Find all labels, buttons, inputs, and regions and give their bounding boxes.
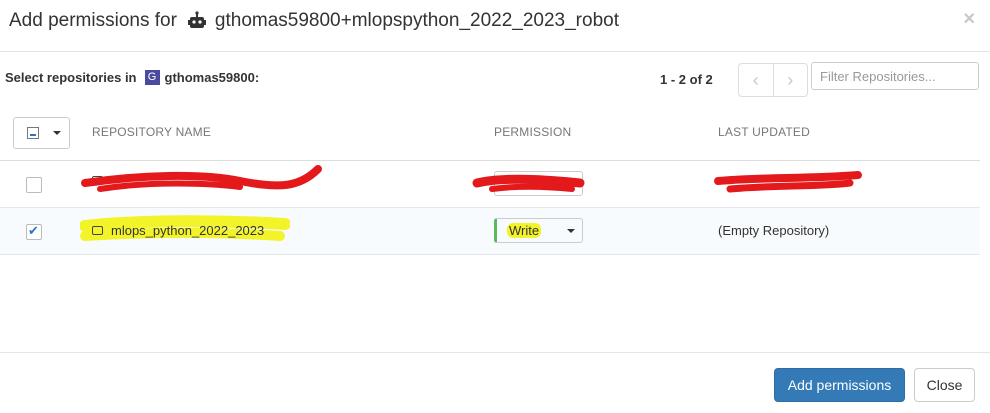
- pagination-count: 1 - 2 of 2: [660, 72, 713, 87]
- permission-value: Write: [507, 223, 542, 238]
- select-repositories-label: Select repositories in G gthomas59800:: [5, 70, 259, 85]
- org-avatar-icon: G: [144, 70, 160, 85]
- redaction-scribble: [472, 174, 585, 192]
- bulk-select-dropdown[interactable]: [13, 117, 70, 149]
- modal-header: Add permissions for gthomas59800+mlopspy…: [0, 0, 990, 52]
- pagination-controls: ‹ ›: [738, 63, 808, 97]
- add-permissions-button[interactable]: Add permissions: [774, 368, 905, 402]
- chevron-left-icon[interactable]: ‹: [739, 64, 774, 96]
- filter-repositories-input[interactable]: [811, 62, 979, 90]
- chevron-right-icon[interactable]: ›: [774, 64, 808, 96]
- select-label-text: Select repositories in: [5, 70, 137, 85]
- last-updated-value: (Empty Repository): [718, 223, 830, 238]
- bulk-checkbox-icon: [27, 127, 39, 139]
- add-permissions-modal: Add permissions for gthomas59800+mlopspy…: [0, 0, 990, 412]
- row-checkbox-checked[interactable]: [26, 223, 42, 240]
- robot-icon: [187, 11, 207, 31]
- row-checkbox[interactable]: [26, 177, 42, 193]
- redaction-scribble: [714, 171, 862, 193]
- modal-footer: Add permissions Close: [0, 352, 990, 413]
- title-prefix: Add permissions for: [9, 10, 177, 31]
- permission-dropdown[interactable]: Write: [494, 218, 583, 243]
- repository-name-cell[interactable]: mlops_python_2022_2023: [92, 223, 264, 238]
- robot-account-name: gthomas59800+mlopspython_2022_2023_robot: [214, 10, 619, 31]
- header-last-updated[interactable]: LAST UPDATED: [718, 125, 810, 139]
- caret-down-icon: [53, 131, 61, 135]
- close-icon[interactable]: ×: [963, 8, 975, 31]
- header-permission[interactable]: PERMISSION: [494, 125, 571, 139]
- repository-toolbar: Select repositories in G gthomas59800: 1…: [0, 52, 990, 104]
- caret-down-icon: [567, 228, 575, 233]
- header-repository-name[interactable]: REPOSITORY NAME: [92, 125, 211, 139]
- table-row[interactable]: mlops_python_2022_2023 Write (Empty Repo…: [0, 208, 980, 255]
- close-button[interactable]: Close: [914, 368, 975, 402]
- redaction-scribble: [81, 165, 322, 192]
- table-row[interactable]: [0, 161, 980, 208]
- org-name: gthomas59800:: [164, 70, 260, 85]
- repository-name[interactable]: mlops_python_2022_2023: [111, 223, 264, 238]
- table-header: REPOSITORY NAME PERMISSION LAST UPDATED: [0, 114, 980, 161]
- modal-title: Add permissions for gthomas59800+mlopspy…: [9, 10, 619, 32]
- repository-icon: [92, 226, 103, 235]
